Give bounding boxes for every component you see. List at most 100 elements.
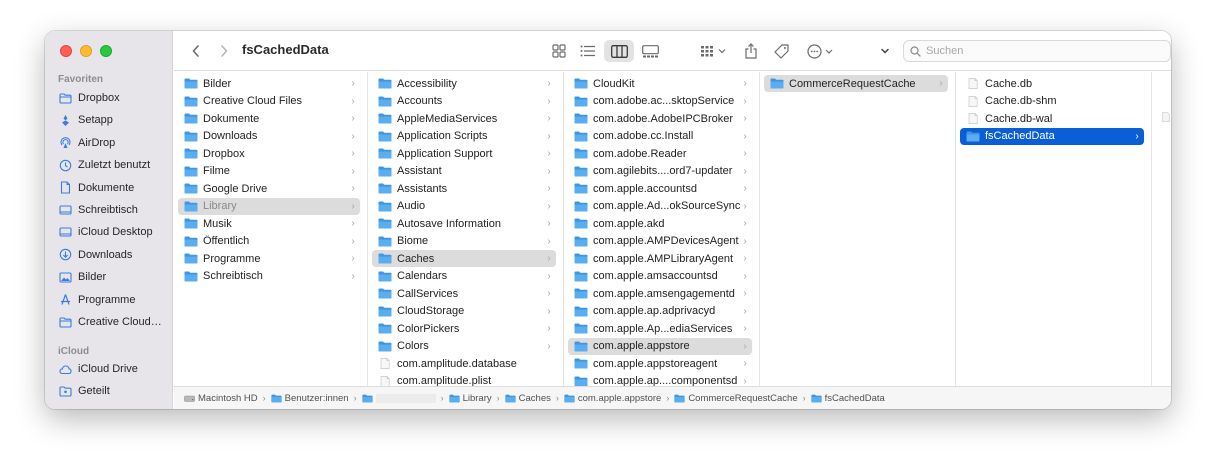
icon-view-button[interactable] <box>547 40 571 62</box>
folder-row[interactable]: AppleMediaServices › <box>372 110 556 127</box>
column-library[interactable]: Accessibility › Accounts › AppleMediaService… <box>368 72 564 386</box>
folder-row[interactable]: Biome › <box>372 233 556 250</box>
column-appstore[interactable]: CommerceRequestCache › <box>760 72 956 386</box>
path-segment[interactable]: Benutzer:innen <box>271 393 349 404</box>
sidebar-item-programme[interactable]: Programme <box>59 290 167 310</box>
folder-row[interactable]: Application Scripts › <box>372 128 556 145</box>
file-row[interactable]: com.amplitude.plist <box>372 373 556 386</box>
path-segment[interactable]: Macintosh HD <box>184 393 258 404</box>
folder-row[interactable]: com.apple.Ap...ediaServices › <box>568 320 752 337</box>
folder-row[interactable]: Assistants › <box>372 180 556 197</box>
file-row[interactable]: Cache.db-wal <box>960 110 1144 127</box>
folder-row[interactable]: com.apple.appstore › <box>568 337 752 355</box>
path-segment[interactable]: CommerceRequestCache <box>674 393 798 404</box>
folder-row[interactable]: Audio › <box>372 198 556 215</box>
path-segment[interactable]: Library <box>448 393 492 404</box>
folder-row[interactable]: Google Drive › <box>178 180 360 197</box>
forward-button[interactable] <box>216 42 232 60</box>
folder-row[interactable]: Caches › <box>372 250 556 267</box>
path-segment[interactable] <box>361 393 436 403</box>
folder-row[interactable]: Library › <box>178 197 360 215</box>
zoom-button[interactable] <box>100 45 112 57</box>
back-button[interactable] <box>188 42 204 60</box>
row-label: Application Scripts <box>397 130 488 142</box>
folder-row[interactable]: CloudStorage › <box>372 303 556 320</box>
row-label: Creative Cloud Files <box>203 95 303 107</box>
path-segment[interactable]: Caches <box>505 393 551 404</box>
close-button[interactable] <box>60 45 72 57</box>
sidebar-item-schreibtisch[interactable]: Schreibtisch <box>59 200 167 220</box>
file-row[interactable]: com.amplitude.database <box>372 355 556 372</box>
folder-icon <box>770 78 784 89</box>
sidebar-item-label: Dokumente <box>78 181 135 194</box>
column-caches[interactable]: CloudKit › com.adobe.ac...sktopService › com… <box>564 72 760 386</box>
group-by-button[interactable] <box>697 40 731 62</box>
sidebar-item-icloud-desktop[interactable]: iCloud Desktop <box>59 222 167 242</box>
folder-icon <box>271 394 282 402</box>
folder-row[interactable]: Autosave Information › <box>372 215 556 232</box>
folder-row[interactable]: Calendars › <box>372 268 556 285</box>
sidebar-item-icloud-drive[interactable]: iCloud Drive <box>59 359 167 379</box>
path-segment[interactable]: fsCachedData <box>811 393 885 404</box>
folder-row[interactable]: Filme › <box>178 163 360 180</box>
path-segment[interactable]: com.apple.appstore <box>564 393 661 404</box>
folder-row[interactable]: Assistant › <box>372 163 556 180</box>
folder-row[interactable]: Dokumente › <box>178 110 360 127</box>
folder-row[interactable]: com.apple.amsengagementd › <box>568 285 752 302</box>
sidebar-item-zuletzt-benutzt[interactable]: Zuletzt benutzt <box>59 155 167 175</box>
folder-row[interactable]: com.apple.ap.adprivacyd › <box>568 303 752 320</box>
column-commerce-request-cache[interactable]: Cache.db Cache.db-shm Cache.db-wal fsCached… <box>956 72 1152 386</box>
column-home[interactable]: Bilder › Creative Cloud Files › Dokumente › Do… <box>174 72 368 386</box>
sidebar-item-airdrop[interactable]: AirDrop <box>59 133 167 153</box>
sidebar-item-creative-cloud[interactable]: Creative Cloud… <box>59 312 167 332</box>
list-view-button[interactable] <box>576 40 600 62</box>
sidebar-item-geteilt[interactable]: Geteilt <box>59 381 167 401</box>
folder-row[interactable]: com.apple.accountsd › <box>568 180 752 197</box>
folder-row[interactable]: Accessibility › <box>372 75 556 92</box>
toolbar-overflow-button[interactable] <box>877 40 893 62</box>
folder-row[interactable]: Schreibtisch › <box>178 268 360 285</box>
search-input[interactable] <box>926 45 1146 57</box>
gallery-view-button[interactable] <box>637 40 663 62</box>
folder-row[interactable]: com.adobe.AdobeIPCBroker › <box>568 110 752 127</box>
folder-row[interactable]: com.apple.AMPDevicesAgent › <box>568 233 752 250</box>
folder-row[interactable]: Öffentlich › <box>178 233 360 250</box>
folder-row[interactable]: Downloads › <box>178 128 360 145</box>
folder-row[interactable]: Bilder › <box>178 75 360 92</box>
search-field[interactable] <box>903 40 1171 62</box>
file-row[interactable]: Cache.db <box>960 75 1144 92</box>
folder-row[interactable]: com.apple.ap....componentsd › <box>568 373 752 386</box>
folder-row[interactable]: com.apple.appstoreagent › <box>568 355 752 372</box>
folder-row[interactable]: CommerceRequestCache › <box>764 75 948 92</box>
folder-row[interactable]: Musik › <box>178 215 360 232</box>
folder-row[interactable]: com.apple.amsaccountsd › <box>568 268 752 285</box>
sidebar-item-setapp[interactable]: Setapp <box>59 110 167 130</box>
sidebar-item-dokumente[interactable]: Dokumente <box>59 178 167 198</box>
sidebar-item-dropbox[interactable]: Dropbox <box>59 88 167 108</box>
sidebar-item-downloads[interactable]: Downloads <box>59 245 167 265</box>
more-actions-button[interactable] <box>805 40 837 62</box>
folder-row[interactable]: fsCachedData › <box>960 127 1144 145</box>
folder-row[interactable]: Colors › <box>372 338 556 355</box>
folder-row[interactable]: Creative Cloud Files › <box>178 93 360 110</box>
folder-row[interactable]: com.adobe.Reader › <box>568 145 752 162</box>
file-row[interactable]: Cache.db-shm <box>960 93 1144 110</box>
folder-row[interactable]: CloudKit › <box>568 75 752 92</box>
folder-row[interactable]: com.agilebits....ord7-updater › <box>568 163 752 180</box>
folder-row[interactable]: Application Support › <box>372 145 556 162</box>
share-button[interactable] <box>741 40 761 62</box>
folder-row[interactable]: com.apple.Ad...okSourceSync › <box>568 198 752 215</box>
folder-row[interactable]: Programme › <box>178 250 360 267</box>
folder-row[interactable]: com.apple.akd › <box>568 215 752 232</box>
folder-row[interactable]: com.adobe.ac...sktopService › <box>568 93 752 110</box>
tag-button[interactable] <box>770 40 792 62</box>
folder-row[interactable]: com.apple.AMPLibraryAgent › <box>568 250 752 267</box>
column-view-button[interactable] <box>604 40 634 62</box>
sidebar-item-bilder[interactable]: Bilder <box>59 267 167 287</box>
folder-row[interactable]: Dropbox › <box>178 145 360 162</box>
folder-row[interactable]: CallServices › <box>372 285 556 302</box>
minimize-button[interactable] <box>80 45 92 57</box>
folder-row[interactable]: com.adobe.cc.Install › <box>568 128 752 145</box>
folder-row[interactable]: Accounts › <box>372 93 556 110</box>
folder-row[interactable]: ColorPickers › <box>372 320 556 337</box>
